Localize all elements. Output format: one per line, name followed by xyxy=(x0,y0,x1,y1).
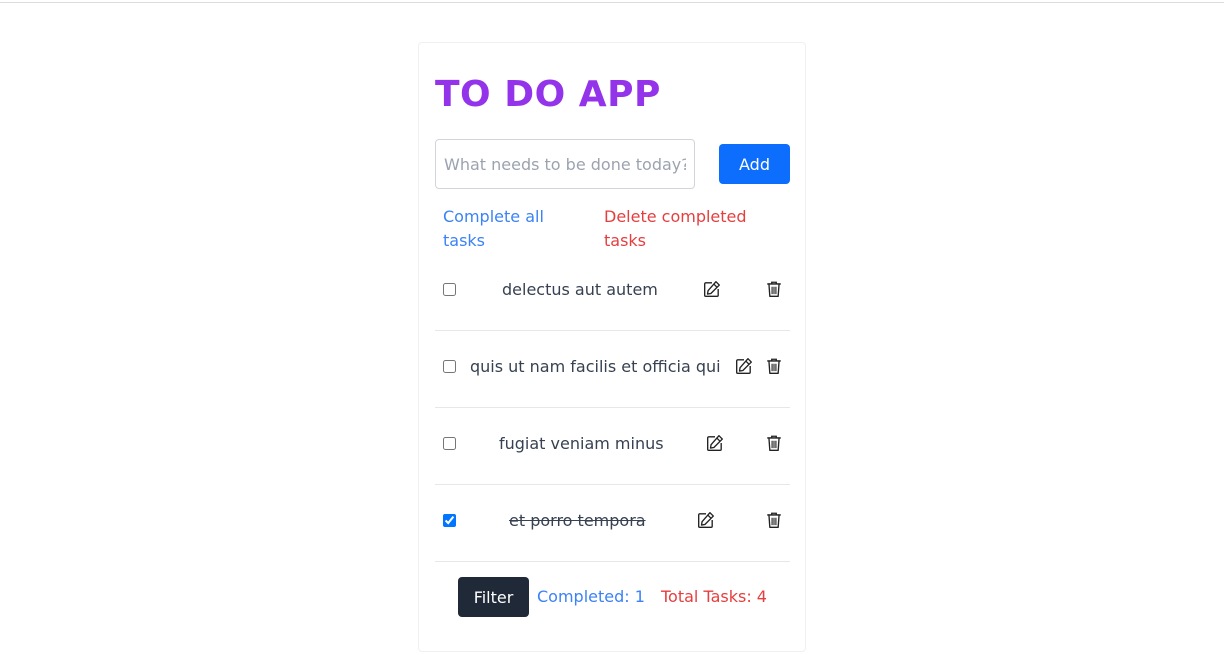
trash-icon[interactable] xyxy=(765,511,783,529)
page-title: TO DO APP xyxy=(435,74,661,115)
filter-button[interactable]: Filter xyxy=(458,577,529,617)
delete-completed-link[interactable]: Delete completed tasks xyxy=(604,205,764,253)
edit-icon[interactable] xyxy=(697,511,715,529)
task-row: delectus aut autem xyxy=(435,253,790,331)
trash-icon[interactable] xyxy=(765,280,783,298)
task-checkbox[interactable] xyxy=(443,514,456,527)
top-divider xyxy=(0,0,1224,3)
trash-icon[interactable] xyxy=(765,434,783,452)
trash-icon[interactable] xyxy=(765,357,783,375)
task-row: quis ut nam facilis et officia qui xyxy=(435,330,790,408)
total-tasks-count: Total Tasks: 4 xyxy=(661,587,767,606)
task-text: delectus aut autem xyxy=(502,280,658,299)
task-checkbox[interactable] xyxy=(443,283,456,296)
task-text: et porro tempora xyxy=(509,511,646,530)
task-row: et porro tempora xyxy=(435,484,790,562)
task-row: fugiat veniam minus xyxy=(435,407,790,485)
edit-icon[interactable] xyxy=(735,357,753,375)
todo-card: TO DO APP Add Complete all tasks Delete … xyxy=(418,42,806,652)
edit-icon[interactable] xyxy=(703,280,721,298)
task-checkbox[interactable] xyxy=(443,360,456,373)
task-checkbox[interactable] xyxy=(443,437,456,450)
task-text: fugiat veniam minus xyxy=(499,434,664,453)
task-text: quis ut nam facilis et officia qui xyxy=(470,357,721,376)
complete-all-link[interactable]: Complete all tasks xyxy=(443,205,583,253)
edit-icon[interactable] xyxy=(706,434,724,452)
add-button[interactable]: Add xyxy=(719,144,790,184)
new-task-input[interactable] xyxy=(435,139,695,189)
completed-count: Completed: 1 xyxy=(537,587,645,606)
